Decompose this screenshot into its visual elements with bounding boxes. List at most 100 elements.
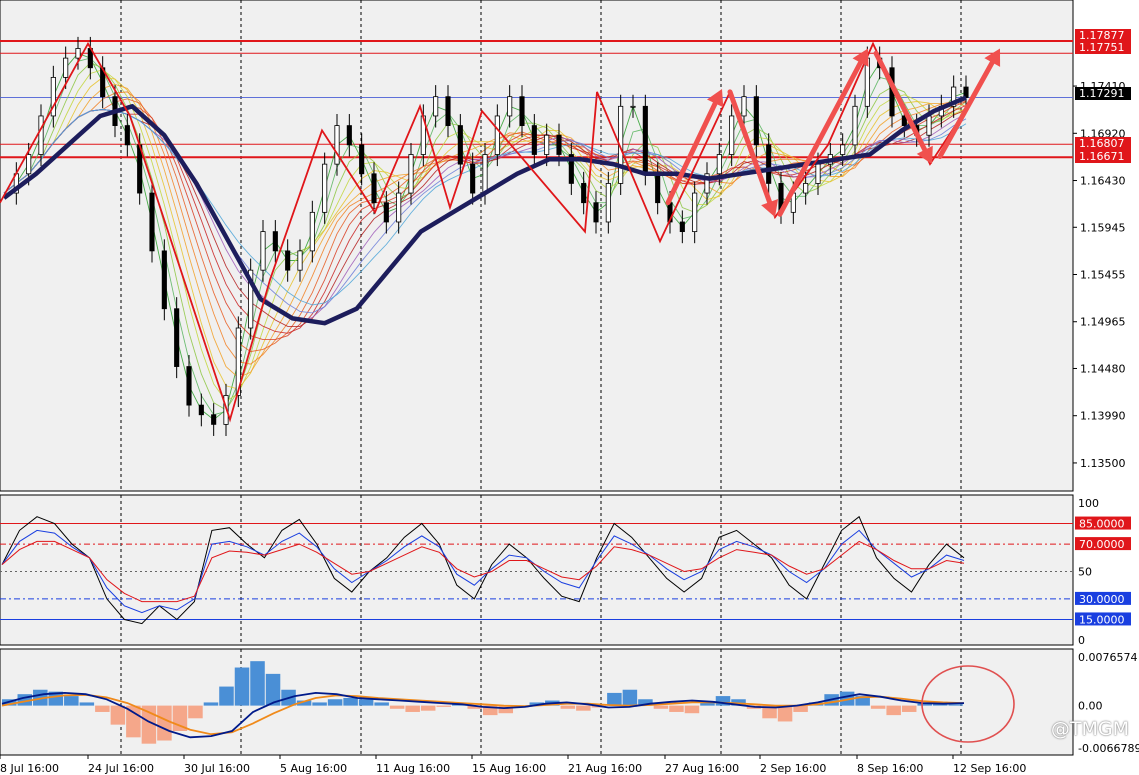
time-axis-label: 30 Jul 16:00 <box>184 762 250 775</box>
candle-body <box>482 154 488 194</box>
candle-body <box>457 125 463 165</box>
candle-body <box>346 125 352 146</box>
macd-histogram-bar <box>79 702 95 706</box>
price-tag-label: 1.17291 <box>1079 87 1125 100</box>
macd-histogram-bar <box>684 705 700 714</box>
candle-body <box>174 308 180 367</box>
macd-histogram-bar <box>312 702 327 706</box>
candle-body <box>186 366 192 406</box>
candle-body <box>729 115 735 155</box>
candle-body <box>359 144 365 175</box>
candle-body <box>297 250 303 271</box>
time-axis-label: 24 Jul 16:00 <box>88 762 154 775</box>
macd-histogram-bar <box>343 697 358 706</box>
macd-histogram-bar <box>870 705 886 709</box>
candle-body <box>494 115 500 155</box>
candle-body <box>396 192 402 223</box>
macd-histogram-bar <box>405 705 420 712</box>
macd-histogram-bar <box>498 705 514 714</box>
candle-body <box>531 125 537 155</box>
candle-body <box>655 173 661 204</box>
level-tag-label: 30.0000 <box>1079 593 1125 606</box>
candle-body <box>852 105 858 146</box>
candle-body <box>445 96 451 126</box>
candle-body <box>544 134 550 155</box>
candle-body <box>63 57 69 78</box>
macd-histogram-bar <box>374 702 389 706</box>
macd-histogram-bar <box>219 686 234 706</box>
candle-body <box>840 144 846 155</box>
macd-histogram-bar <box>234 667 250 706</box>
candle-body <box>260 231 266 271</box>
trading-chart[interactable]: 1.174101.169201.164301.159451.154551.149… <box>0 0 1139 775</box>
macd-histogram-bar <box>576 705 591 711</box>
time-axis-label: 15 Aug 16:00 <box>472 762 546 775</box>
macd-histogram-bar <box>607 692 622 706</box>
macd-histogram-bar <box>358 699 374 706</box>
price-axis-label: 1.15945 <box>1080 221 1126 234</box>
macd-histogram-bar <box>203 702 219 706</box>
macd-histogram-bar <box>436 705 451 707</box>
time-axis-label: 5 Aug 16:00 <box>280 762 347 775</box>
candle-body <box>642 105 648 175</box>
candle-body <box>334 125 340 165</box>
candle-body <box>383 202 389 223</box>
time-axis-label: 27 Aug 16:00 <box>665 762 739 775</box>
macd-histogram-bar <box>188 705 203 719</box>
macd-histogram-bar <box>420 705 436 711</box>
macd-histogram-bar <box>886 705 901 716</box>
macd-histogram-bar <box>250 661 265 706</box>
price-axis-label: 1.13500 <box>1080 457 1126 470</box>
time-axis-label: 12 Sep 16:00 <box>953 762 1026 775</box>
candle-body <box>741 96 747 117</box>
candle-body <box>766 144 772 184</box>
price-axis-label: 1.13990 <box>1080 410 1126 423</box>
candle-body <box>581 183 587 204</box>
candle-body <box>753 96 759 146</box>
macd-histogram-bar <box>622 689 638 706</box>
macd-histogram-bar <box>327 699 343 706</box>
time-axis-label: 11 Aug 16:00 <box>376 762 450 775</box>
price-axis-label: 1.14480 <box>1080 362 1126 375</box>
time-axis-label: 21 Aug 16:00 <box>568 762 642 775</box>
candle-body <box>679 221 685 233</box>
macd-histogram-bar <box>110 705 126 725</box>
price-tag-label: 1.17751 <box>1079 41 1125 54</box>
macd-axis-label: 0.00 <box>1078 700 1103 713</box>
candle-body <box>309 211 315 252</box>
candle-body <box>470 163 476 194</box>
time-axis-label: 8 Sep 16:00 <box>857 762 923 775</box>
candle-body <box>815 163 821 184</box>
oscillator-axis-label: 0 <box>1078 634 1085 647</box>
macd-histogram-bar <box>948 704 963 706</box>
candle-body <box>124 125 130 146</box>
candle-body <box>26 154 32 175</box>
candle-body <box>519 96 525 126</box>
candle-body <box>38 115 44 155</box>
price-panel[interactable] <box>0 0 1074 492</box>
macd-histogram-bar <box>64 696 79 706</box>
candle-body <box>803 183 809 194</box>
oscillator-axis-label: 100 <box>1078 497 1099 510</box>
candle-body <box>716 154 722 175</box>
macd-axis-label: 0.0076574 <box>1078 651 1138 664</box>
candle-body <box>322 163 328 213</box>
macd-histogram-bar <box>653 705 669 709</box>
macd-histogram-bar <box>669 705 684 712</box>
macd-histogram-bar <box>95 705 110 712</box>
macd-histogram-bar <box>157 705 172 741</box>
price-axis-label: 1.15455 <box>1080 269 1126 282</box>
candle-body <box>285 250 291 271</box>
candle-body <box>211 414 217 425</box>
level-tag-label: 70.0000 <box>1079 538 1125 551</box>
candle-body <box>371 173 377 204</box>
candle-body <box>593 202 599 223</box>
time-axis-label: 8 Jul 16:00 <box>0 762 59 775</box>
candle-body <box>630 105 636 108</box>
candle-body <box>161 250 167 310</box>
macd-histogram-bar <box>560 705 576 709</box>
macd-histogram-bar <box>126 705 141 738</box>
price-axis-label: 1.16430 <box>1080 175 1126 188</box>
candle-body <box>433 96 439 117</box>
macd-histogram-bar <box>901 705 917 712</box>
